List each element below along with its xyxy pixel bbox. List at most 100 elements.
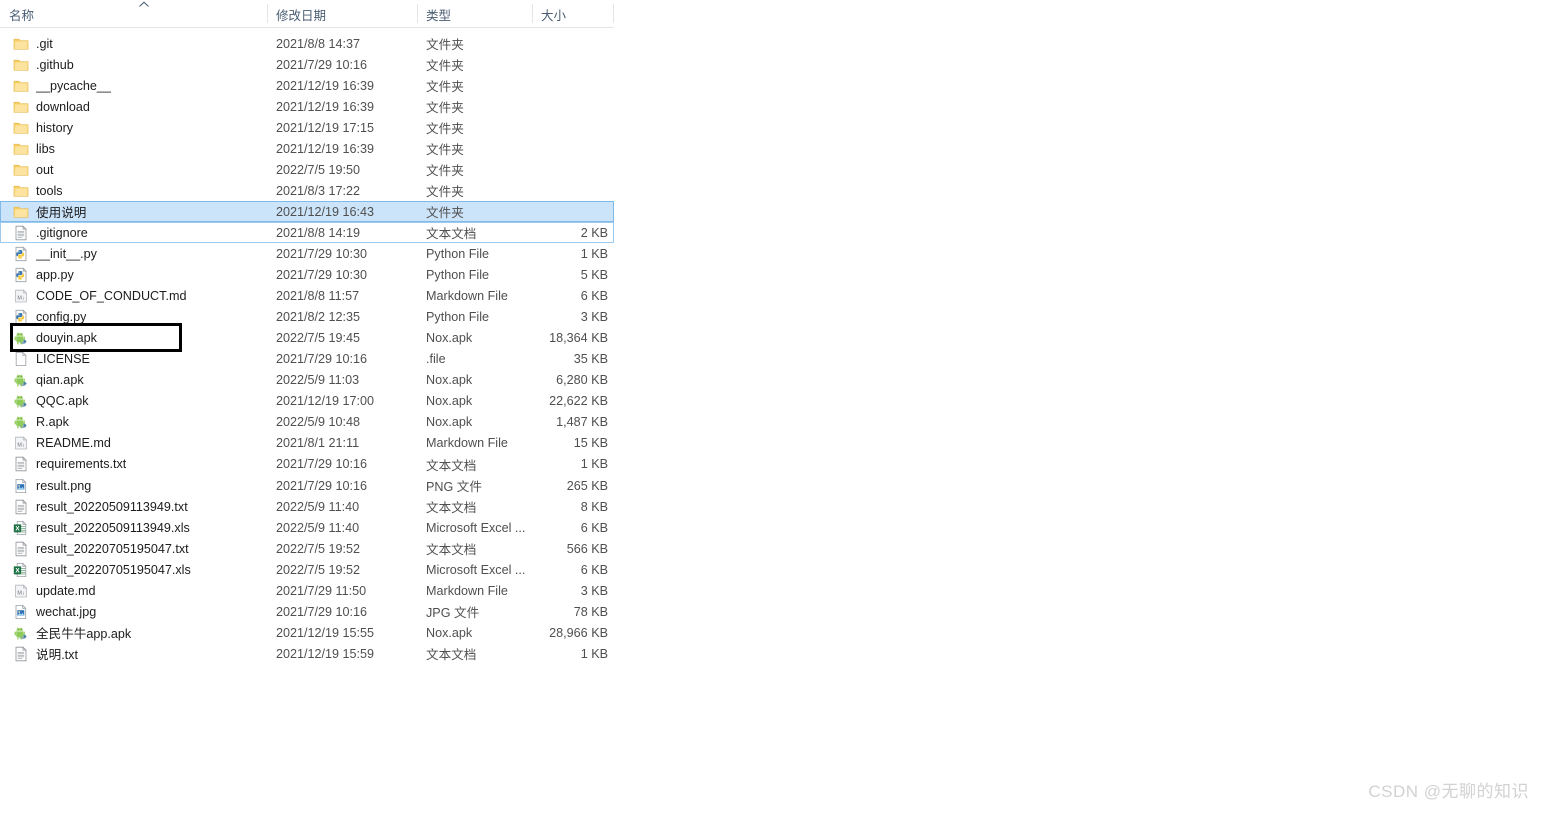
column-header-type[interactable]: 类型 xyxy=(417,0,532,28)
file-date-cell: 2021/12/19 15:59 xyxy=(276,646,375,661)
file-row[interactable]: config.py 2021/8/2 12:35 Python File 3 KB xyxy=(0,307,614,328)
file-date-cell: 2021/8/8 11:57 xyxy=(276,289,360,304)
file-name-cell[interactable]: result_20220705195047.txt xyxy=(0,540,267,557)
file-row[interactable]: result_20220509113949.txt 2022/5/9 11:40 文… xyxy=(0,496,614,517)
apk-icon xyxy=(13,372,29,388)
file-size-cell: 1 KB xyxy=(580,246,608,261)
svg-text:M↓: M↓ xyxy=(17,295,24,301)
file-type-cell: Nox.apk xyxy=(426,373,473,388)
file-row[interactable]: .git 2021/8/8 14:37 文件夹 xyxy=(0,33,614,54)
file-row[interactable]: M↓ CODE_OF_CONDUCT.md 2021/8/8 11:57 Markdo… xyxy=(0,286,614,307)
file-name-cell[interactable]: libs xyxy=(0,141,267,157)
file-name-cell[interactable]: 全民牛牛app.apk xyxy=(0,623,267,642)
file-name-cell[interactable]: M↓ CODE_OF_CONDUCT.md xyxy=(0,288,267,304)
column-header-row: 名称 修改日期 类型 大小 xyxy=(0,0,1547,28)
file-size-cell: 35 KB xyxy=(573,352,608,367)
file-name-cell[interactable]: douyin.apk xyxy=(0,330,267,346)
file-name-cell[interactable]: history xyxy=(0,120,267,136)
file-row[interactable]: 说明.txt 2021/12/19 15:59 文本文档 1 KB xyxy=(0,643,614,664)
file-date-cell: 2021/7/29 10:16 xyxy=(276,478,368,493)
file-name-cell[interactable]: result_20220509113949.txt xyxy=(0,498,267,515)
file-row[interactable]: QQC.apk 2021/12/19 17:00 Nox.apk 22,622 KB xyxy=(0,391,614,412)
file-row[interactable]: .github 2021/7/29 10:16 文件夹 xyxy=(0,54,614,75)
file-name-cell[interactable]: tools xyxy=(0,183,267,199)
file-type-cell: 文本文档 xyxy=(426,501,477,516)
file-name-label: __pycache__ xyxy=(36,78,111,93)
markdown-icon: M↓ xyxy=(13,583,29,599)
file-name-cell[interactable]: qian.apk xyxy=(0,372,267,388)
column-header-date-label: 修改日期 xyxy=(276,8,327,23)
column-header-date[interactable]: 修改日期 xyxy=(267,0,417,28)
file-type-cell: PNG 文件 xyxy=(426,480,482,494)
file-type-cell: 文件夹 xyxy=(426,122,464,137)
file-row[interactable]: libs 2021/12/19 16:39 文件夹 xyxy=(0,138,614,159)
file-name-cell[interactable]: __pycache__ xyxy=(0,78,267,94)
file-row[interactable]: douyin.apk 2022/7/5 19:45 Nox.apk 18,364 KB xyxy=(0,328,614,349)
file-row[interactable]: R.apk 2022/5/9 10:48 Nox.apk 1,487 KB xyxy=(0,412,614,433)
file-name-cell[interactable]: M↓ README.md xyxy=(0,435,267,451)
file-date-cell: 2021/7/29 10:30 xyxy=(276,246,368,261)
file-row[interactable]: Xresult_20220509113949.xls 2022/5/9 11:40… xyxy=(0,517,614,538)
file-row[interactable]: LICENSE 2021/7/29 10:16 .file 35 KB xyxy=(0,349,614,370)
file-date-cell: 2021/8/2 12:35 xyxy=(276,310,361,325)
file-row[interactable]: Xresult_20220705195047.xls 2022/7/5 19:52… xyxy=(0,559,614,580)
file-row[interactable]: app.py 2021/7/29 10:30 Python File 5 KB xyxy=(0,265,614,286)
file-size-cell: 15 KB xyxy=(573,436,608,451)
file-size-cell: 6 KB xyxy=(580,562,608,577)
file-name-cell[interactable]: .github xyxy=(0,57,267,73)
file-name-cell[interactable]: app.py xyxy=(0,267,267,283)
file-row[interactable]: 全民牛牛app.apk 2021/12/19 15:55 Nox.apk 28,966… xyxy=(0,622,614,643)
file-name-cell[interactable]: 说明.txt xyxy=(0,644,267,663)
file-name-cell[interactable]: download xyxy=(0,99,267,115)
file-row[interactable]: download 2021/12/19 16:39 文件夹 xyxy=(0,96,614,117)
python-icon xyxy=(13,309,29,325)
folder-icon xyxy=(13,204,29,220)
file-name-label: result_20220705195047.txt xyxy=(36,541,189,556)
text-file-icon xyxy=(13,456,29,472)
file-row[interactable]: requirements.txt 2021/7/29 10:16 文本文档 1 KB xyxy=(0,454,614,475)
file-name-cell[interactable]: LICENSE xyxy=(0,351,267,367)
file-date-cell: 2021/7/29 11:50 xyxy=(276,583,367,598)
file-name-cell[interactable]: R.apk xyxy=(0,414,267,430)
column-divider-4[interactable] xyxy=(613,4,614,23)
file-row[interactable]: .gitignore 2021/8/8 14:19 文本文档 2 KB xyxy=(0,222,614,244)
file-type-cell: 文件夹 xyxy=(426,206,464,221)
file-row[interactable]: result.png 2021/7/29 10:16 PNG 文件 265 KB xyxy=(0,475,614,496)
file-row[interactable]: wechat.jpg 2021/7/29 10:16 JPG 文件 78 KB xyxy=(0,601,614,622)
file-row[interactable]: M↓ README.md 2021/8/1 21:11 Markdown File 15… xyxy=(0,433,614,454)
file-date-cell: 2021/12/19 16:39 xyxy=(276,141,375,156)
file-row[interactable]: qian.apk 2022/5/9 11:03 Nox.apk 6,280 KB xyxy=(0,370,614,391)
file-date-cell: 2022/5/9 11:40 xyxy=(276,499,360,514)
file-name-cell[interactable]: .gitignore xyxy=(0,225,267,241)
file-row[interactable]: __pycache__ 2021/12/19 16:39 文件夹 xyxy=(0,75,614,96)
file-name-cell[interactable]: Xresult_20220509113949.xls xyxy=(0,520,267,536)
file-name-cell[interactable]: __init__.py xyxy=(0,246,267,262)
file-type-cell: 文本文档 xyxy=(426,543,477,558)
file-name-cell[interactable]: QQC.apk xyxy=(0,393,267,409)
file-name-label: __init__.py xyxy=(36,246,97,261)
file-name-cell[interactable]: result.png xyxy=(0,478,267,494)
file-name-cell[interactable]: M↓ update.md xyxy=(0,583,267,599)
file-row[interactable]: M↓ update.md 2021/7/29 11:50 Markdown File 3… xyxy=(0,580,614,601)
file-row[interactable]: out 2022/7/5 19:50 文件夹 xyxy=(0,159,614,180)
file-row[interactable]: __init__.py 2021/7/29 10:30 Python File 1 K… xyxy=(0,243,614,264)
file-size-cell: 8 KB xyxy=(580,499,608,514)
file-name-cell[interactable]: requirements.txt xyxy=(0,456,267,472)
file-row[interactable]: history 2021/12/19 17:15 文件夹 xyxy=(0,117,614,138)
file-name-cell[interactable]: out xyxy=(0,162,267,178)
file-size-cell: 6,280 KB xyxy=(556,373,608,388)
file-name-cell[interactable]: .git xyxy=(0,36,267,52)
column-header-name[interactable]: 名称 xyxy=(0,0,267,28)
column-header-size[interactable]: 大小 xyxy=(532,0,614,28)
file-type-cell: JPG 文件 xyxy=(426,606,480,621)
file-row[interactable]: 使用说明 2021/12/19 16:43 文件夹 xyxy=(0,201,614,223)
file-name-cell[interactable]: config.py xyxy=(0,309,267,325)
file-name-cell[interactable]: wechat.jpg xyxy=(0,604,267,620)
file-name-cell[interactable]: 使用说明 xyxy=(0,202,267,221)
file-date-cell: 2021/8/1 21:11 xyxy=(276,436,360,451)
apk-icon xyxy=(13,393,29,409)
file-row[interactable]: tools 2021/8/3 17:22 文件夹 xyxy=(0,180,614,201)
file-name-label: R.apk xyxy=(36,415,69,430)
file-name-cell[interactable]: Xresult_20220705195047.xls xyxy=(0,562,267,578)
file-row[interactable]: result_20220705195047.txt 2022/7/5 19:52 文… xyxy=(0,538,614,559)
